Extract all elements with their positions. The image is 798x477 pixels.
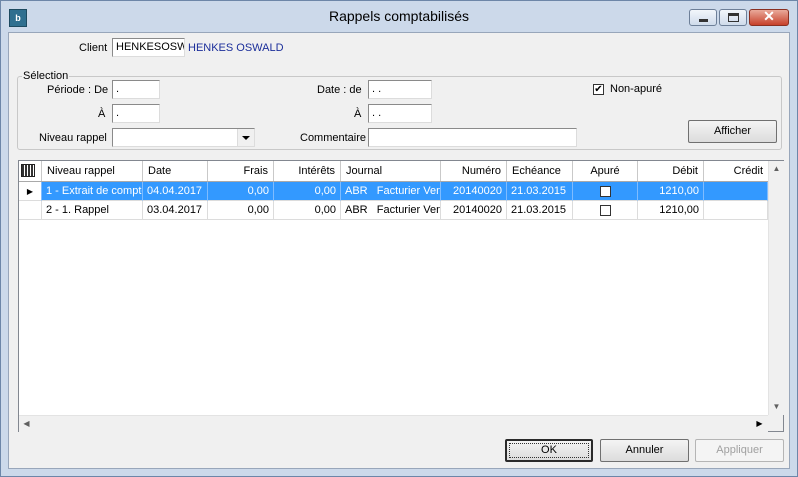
column-header[interactable]: Frais [208,161,274,181]
client-name: HENKES OSWALD [188,42,284,54]
cell-due-date[interactable]: 21.03.2015 [507,201,573,220]
unpaid-label: Non-apuré [610,83,662,95]
cell-date[interactable]: 04.04.2017 [143,182,208,201]
chevron-down-icon[interactable] [237,129,254,146]
cell-number[interactable]: 20140020 [441,201,507,220]
cell-interest[interactable]: 0,00 [274,182,341,201]
maximize-icon [728,13,739,22]
period-from-field[interactable]: . [112,80,160,99]
column-header[interactable]: Crédit [704,161,768,181]
cell-debit[interactable]: 1210,00 [638,201,704,220]
period-to-field[interactable]: . [112,104,160,123]
column-header[interactable]: Niveau rappel [42,161,143,181]
column-header[interactable]: Intérêts [274,161,341,181]
period-from-label: Période : De [47,84,109,96]
close-button[interactable]: ✕ [749,8,789,26]
minimize-button[interactable] [689,9,717,26]
unpaid-checkbox[interactable]: ✔ [593,84,604,95]
horizontal-scrollbar[interactable]: ◀ ▶ [19,415,768,432]
settled-checkbox[interactable] [600,186,611,197]
table-row[interactable]: ▶ 1 - Extrait de compte 04.04.2017 0,00 … [19,182,768,201]
apply-button[interactable]: Appliquer [695,439,784,462]
journal-code: ABR [345,204,368,216]
cancel-button[interactable]: Annuler [600,439,689,462]
cell-date[interactable]: 03.04.2017 [143,201,208,220]
date-to-label: À [354,108,362,120]
table-row[interactable]: 2 - 1. Rappel 03.04.2017 0,00 0,00 ABR F… [19,201,768,220]
row-indicator: ▶ [19,182,42,201]
column-chooser-button[interactable] [19,161,42,181]
date-from-field[interactable]: . . [368,80,432,99]
comment-field[interactable] [368,128,577,147]
window-title: Rappels comptabilisés [328,8,470,24]
table-header: Niveau rappel Date Frais Intérêts Journa… [19,161,768,182]
cell-interest[interactable]: 0,00 [274,201,341,220]
ok-button[interactable]: OK [505,439,593,462]
cell-fees[interactable]: 0,00 [208,201,274,220]
client-code-field[interactable]: HENKESOSW [112,38,185,57]
comment-label: Commentaire [300,132,367,144]
level-label: Niveau rappel [39,132,107,144]
show-button[interactable]: Afficher [688,120,777,143]
column-header[interactable]: Echéance [507,161,573,181]
dialog-window: b Rappels comptabilisés ✕ Client HENKESO… [0,0,798,477]
level-combobox[interactable] [112,128,255,147]
cell-level[interactable]: 2 - 1. Rappel [42,201,143,220]
cell-journal[interactable]: ABR Facturier Ven [341,201,441,220]
journal-description: Facturier Ven [376,185,441,197]
column-header[interactable]: Journal [341,161,441,181]
period-to-label: À [98,108,106,120]
maximize-button[interactable] [719,9,747,26]
selection-legend: Sélection [23,70,69,82]
current-row-icon: ▶ [26,187,34,196]
cell-due-date[interactable]: 21.03.2015 [507,182,573,201]
journal-code: ABR [345,185,368,197]
cell-number[interactable]: 20140020 [441,182,507,201]
column-header[interactable]: Apuré [573,161,638,181]
cell-level[interactable]: 1 - Extrait de compte [42,182,143,201]
client-label: Client [79,42,108,54]
grid-icon [21,164,35,177]
close-icon: ✕ [763,8,775,24]
reminders-table[interactable]: Niveau rappel Date Frais Intérêts Journa… [18,160,784,432]
column-header[interactable]: Débit [638,161,704,181]
cell-journal[interactable]: ABR Facturier Ven [341,182,441,201]
settled-checkbox[interactable] [600,205,611,216]
scroll-right-icon[interactable]: ▶ [752,416,767,431]
date-from-label: Date : de [317,84,362,96]
column-header[interactable]: Date [143,161,208,181]
dialog-body: Client HENKESOSW HENKES OSWALD Sélection… [8,32,790,469]
scroll-down-icon[interactable]: ▼ [769,399,784,414]
cell-settled[interactable] [573,182,638,201]
cell-settled[interactable] [573,201,638,220]
column-header[interactable]: Numéro [441,161,507,181]
date-to-field[interactable]: . . [368,104,432,123]
cell-fees[interactable]: 0,00 [208,182,274,201]
cell-credit[interactable] [704,182,768,201]
cell-credit[interactable] [704,201,768,220]
scrollbar-corner [768,415,783,431]
minimize-icon [699,19,708,22]
vertical-scrollbar[interactable]: ▲ ▼ [768,161,784,415]
journal-description: Facturier Ven [376,204,441,216]
scroll-left-icon[interactable]: ◀ [19,416,34,431]
title-bar[interactable]: b Rappels comptabilisés ✕ [1,1,797,31]
cell-debit[interactable]: 1210,00 [638,182,704,201]
scroll-up-icon[interactable]: ▲ [769,161,784,176]
row-indicator [19,201,42,220]
